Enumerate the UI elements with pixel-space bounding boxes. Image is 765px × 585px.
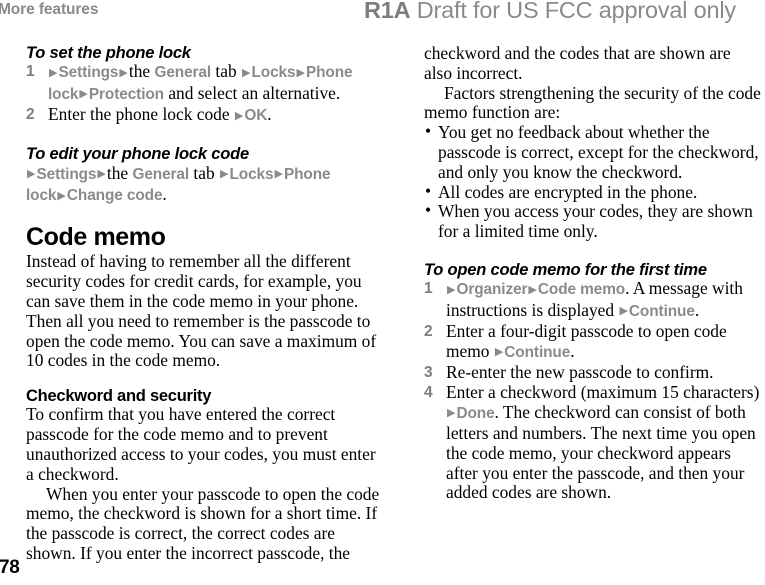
ui-menu-term: Done xyxy=(456,404,495,422)
ui-menu-term: General xyxy=(154,64,212,82)
step-item: 1 ▶Organizer▶Code memo. A message with i… xyxy=(424,278,762,322)
task-heading-open-code-memo-first-time: To open code memo for the first time xyxy=(424,260,707,279)
menu-path-arrow-icon: ▶ xyxy=(220,168,229,181)
steps-set-phone-lock: 1 ▶Settings▶the General tab ▶Locks▶Phone… xyxy=(26,61,381,126)
task-heading-set-phone-lock: To set the phone lock xyxy=(26,44,191,62)
list-item: • All codes are encrypted in the phone. xyxy=(424,180,762,203)
section-heading-code-memo: Code memo xyxy=(26,223,166,252)
menu-path-arrow-icon: ▶ xyxy=(296,66,305,79)
bullet-icon: • xyxy=(425,180,432,201)
menu-path-arrow-icon: ▶ xyxy=(528,283,537,296)
right-text-column: checkword and the codes that are shown a… xyxy=(424,43,762,503)
section-paragraph-code-memo: Instead of having to remember all the di… xyxy=(26,251,377,371)
task-edit-phone-lock-code-step: ▶Settings▶the General tab ▶Locks▶Phone l… xyxy=(26,162,331,205)
list-item-text: When you access your codes, they are sho… xyxy=(438,201,753,242)
step-text: Re-enter the new passcode to confirm. xyxy=(446,362,714,383)
step-text: ▶Settings▶the General tab ▶Locks▶Phone l… xyxy=(48,61,353,103)
continued-paragraph: checkword and the codes that are shown a… xyxy=(424,43,731,83)
menu-path-arrow-icon: ▶ xyxy=(619,305,628,318)
left-text-column: To set the phone lock 1 ▶Settings▶the Ge… xyxy=(26,44,381,564)
security-factors-list: • You get no feedback about whether the … xyxy=(424,121,762,242)
ui-menu-term: Settings xyxy=(36,165,97,183)
subsection-paragraph-2: When you enter your passcode to open the… xyxy=(26,483,380,563)
list-item: • When you access your codes, they are s… xyxy=(424,200,762,242)
menu-path-arrow-icon: ▶ xyxy=(79,88,88,101)
subsection-heading-checkword-and-security: Checkword and security xyxy=(26,387,212,406)
menu-path-arrow-icon: ▶ xyxy=(242,66,251,79)
ui-menu-term: OK xyxy=(244,107,268,125)
step-text: Enter the phone lock code ▶OK. xyxy=(48,104,272,125)
step-item: 2 Enter the phone lock code ▶OK. xyxy=(26,104,381,126)
menu-path-arrow-icon: ▶ xyxy=(447,407,456,420)
ui-menu-term: Settings xyxy=(58,64,119,82)
ui-menu-term: Organizer xyxy=(456,281,528,299)
page-number: 78 xyxy=(0,557,20,578)
menu-path-arrow-icon: ▶ xyxy=(27,168,36,181)
ui-menu-term: Code memo xyxy=(537,281,626,299)
bullet-icon: • xyxy=(425,121,432,142)
list-item: • You get no feedback about whether the … xyxy=(424,121,762,182)
step-number: 2 xyxy=(424,323,433,341)
bullet-icon: • xyxy=(425,200,432,221)
ui-menu-term: Locks xyxy=(229,165,274,183)
step-item: 1 ▶Settings▶the General tab ▶Locks▶Phone… xyxy=(26,61,381,105)
list-item-text: You get no feedback about whether the pa… xyxy=(438,122,759,182)
menu-path-arrow-icon: ▶ xyxy=(274,168,283,181)
draft-notice-text: Draft for US FCC approval only xyxy=(416,0,736,23)
ui-menu-term: Change code xyxy=(66,187,163,205)
running-title: More features xyxy=(0,1,99,18)
page-running-header: More features R1A Draft for US FCC appro… xyxy=(0,0,765,26)
step-number: 4 xyxy=(424,383,433,401)
factors-paragraph: Factors strengthening the security of th… xyxy=(424,82,761,123)
menu-path-arrow-icon: ▶ xyxy=(97,168,106,181)
menu-path-arrow-icon: ▶ xyxy=(119,66,128,79)
step-item: 2 Enter a four-digit passcode to open co… xyxy=(424,321,762,363)
draft-watermark-notice: R1A Draft for US FCC approval only xyxy=(364,0,736,24)
step-number: 1 xyxy=(424,280,433,298)
menu-path-arrow-icon: ▶ xyxy=(49,66,58,79)
step-number: 1 xyxy=(26,63,35,81)
task-heading-edit-phone-lock-code: To edit your phone lock code xyxy=(26,145,249,164)
step-item: 3 Re-enter the new passcode to confirm. xyxy=(424,362,762,383)
list-item-text: All codes are encrypted in the phone. xyxy=(438,181,698,202)
menu-path-arrow-icon: ▶ xyxy=(447,283,456,296)
step-number: 3 xyxy=(424,364,433,382)
ui-menu-term: Continue xyxy=(628,302,695,320)
menu-path-arrow-icon: ▶ xyxy=(494,346,504,359)
step-item: 4 Enter a checkword (maximum 15 characte… xyxy=(424,381,762,503)
subsection-paragraph-1: To confirm that you have entered the cor… xyxy=(26,404,376,484)
ui-menu-term: Locks xyxy=(251,64,296,82)
step-text: Enter a four-digit passcode to open code… xyxy=(446,321,727,361)
ui-menu-term: General xyxy=(132,165,190,183)
step-number: 2 xyxy=(26,106,35,124)
steps-open-code-memo: 1 ▶Organizer▶Code memo. A message with i… xyxy=(424,278,762,503)
revision-label: R1A xyxy=(364,0,411,23)
step-text: Enter a checkword (maximum 15 characters… xyxy=(446,381,760,503)
step-text: ▶Organizer▶Code memo. A message with ins… xyxy=(446,278,743,320)
ui-menu-term: Protection xyxy=(88,85,164,103)
menu-path-arrow-icon: ▶ xyxy=(234,109,244,122)
ui-menu-term: Continue xyxy=(504,343,571,361)
menu-path-arrow-icon: ▶ xyxy=(57,189,66,202)
